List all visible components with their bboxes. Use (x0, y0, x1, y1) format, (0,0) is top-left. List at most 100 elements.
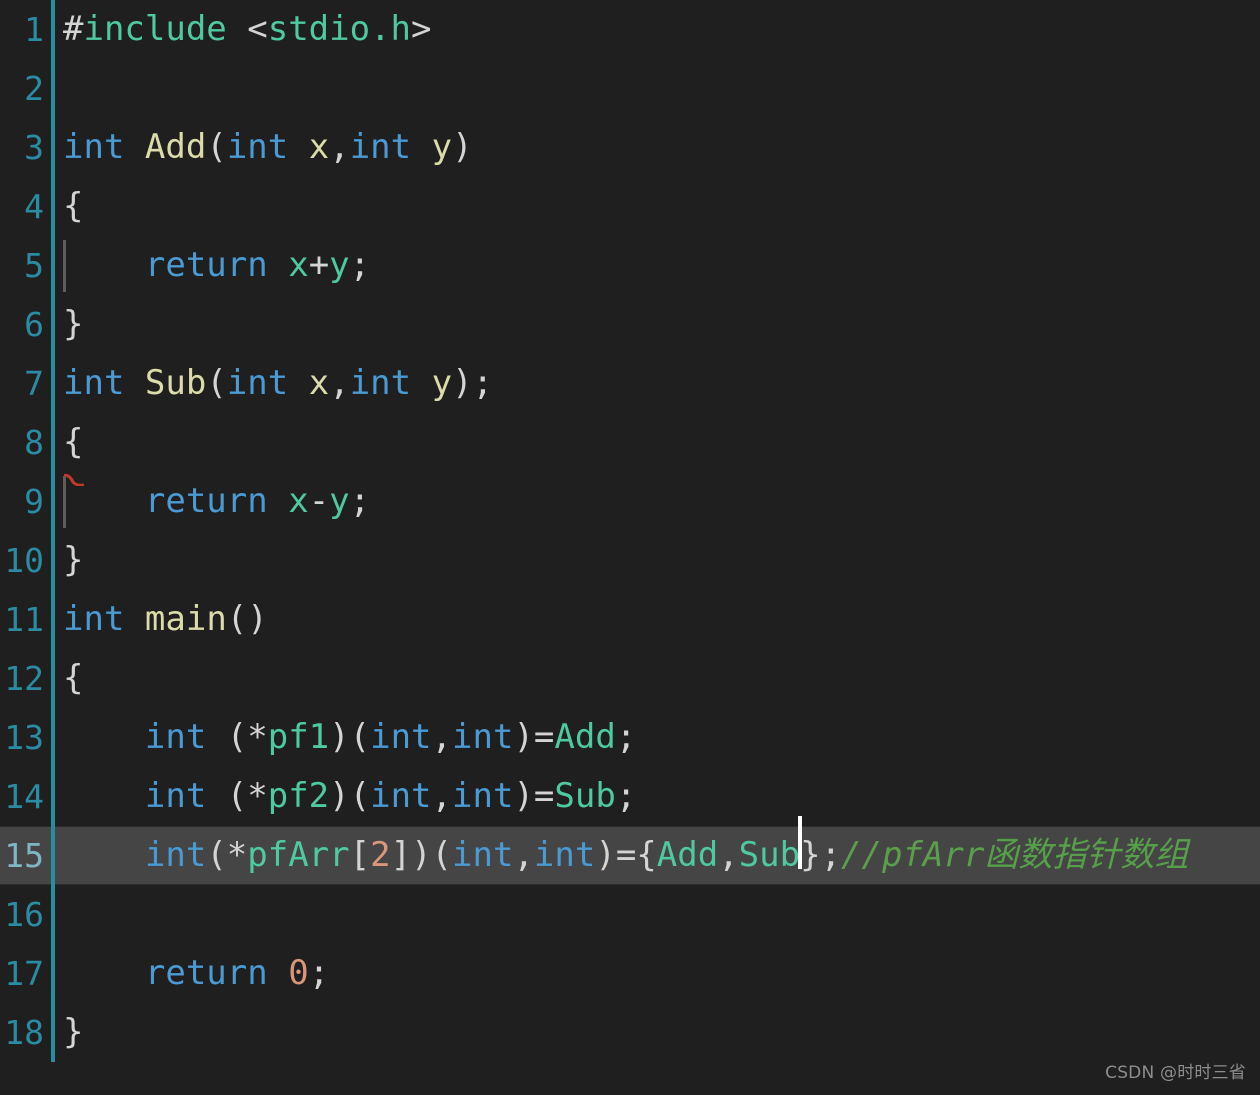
code-line[interactable]: 16 (0, 885, 1260, 944)
code-line[interactable]: 4{ (0, 177, 1260, 236)
gutter-rule (51, 708, 55, 767)
code-token: 函数指针数组 (984, 835, 1189, 875)
gutter-rule (51, 118, 55, 177)
code-line[interactable]: 6} (0, 295, 1260, 354)
line-content[interactable]: } (63, 531, 83, 590)
code-token: , (431, 717, 453, 757)
code-token: ])( (390, 835, 453, 875)
code-token: ; (308, 953, 330, 993)
code-line[interactable]: 10} (0, 531, 1260, 590)
code-token: pfArr (247, 835, 350, 875)
line-content[interactable]: { (63, 649, 83, 708)
code-token: y (431, 363, 453, 403)
code-line[interactable]: 2 (0, 59, 1260, 118)
code-token: )={ (595, 835, 657, 875)
editor-lines[interactable]: 1 #include <stdio.h> 2 3 int Add(int x,int y… (0, 0, 1260, 1062)
code-token: main (144, 599, 227, 639)
gutter-rule (51, 1003, 55, 1062)
code-token: ( (206, 363, 227, 403)
line-number: 13 (4, 718, 44, 757)
line-number: 2 (24, 69, 44, 108)
line-content[interactable]: int main() (63, 590, 268, 649)
code-token: return (144, 245, 268, 285)
code-token: Sub (738, 835, 801, 875)
code-line[interactable]: 7 int Sub(int x,int y); (0, 354, 1260, 413)
line-number: 15 (4, 836, 44, 875)
code-line[interactable]: 5 return x+y; (0, 236, 1260, 295)
code-line[interactable]: 15 int(*pfArr[2])(int,int)={Add,Sub};//p… (0, 816, 1260, 885)
line-number: 9 (24, 482, 44, 521)
code-token: Sub (554, 776, 616, 816)
line-number: 18 (4, 1013, 44, 1052)
code-line[interactable]: 17 return 0; (0, 944, 1260, 1003)
code-token: (* (206, 717, 268, 757)
code-token: return (144, 953, 268, 993)
gutter-rule (51, 177, 55, 236)
code-token: int (144, 776, 207, 816)
line-content[interactable]: return x-y; (63, 472, 370, 531)
code-token: - (308, 481, 330, 521)
gutter-rule (51, 59, 55, 118)
code-line[interactable]: 11 int main() (0, 590, 1260, 649)
code-token: pf1 (267, 717, 330, 757)
code-token: Add (144, 127, 207, 167)
code-token: )( (329, 717, 371, 757)
code-token: x (308, 127, 330, 167)
code-token: () (226, 599, 268, 639)
gutter-rule (51, 944, 55, 1003)
code-token: Add (656, 835, 719, 875)
line-number: 5 (24, 246, 44, 285)
code-token: { (63, 186, 84, 226)
line-content[interactable]: int(*pfArr[2])(int,int)={Add,Sub};//pfAr… (63, 816, 1189, 885)
code-token: ; (349, 481, 371, 521)
line-content[interactable]: { (63, 413, 83, 472)
code-token: , (329, 127, 350, 167)
line-number: 14 (4, 777, 44, 816)
code-token: x (288, 245, 309, 285)
code-token: int (349, 363, 412, 403)
line-content[interactable]: { (63, 177, 83, 236)
code-line[interactable]: 8{ (0, 413, 1260, 472)
code-token: Sub (144, 363, 207, 403)
code-token: Add (554, 717, 616, 757)
line-content[interactable]: #include <stdio.h> (63, 0, 432, 59)
line-content[interactable]: int Sub(int x,int y); (63, 354, 493, 413)
line-content[interactable]: } (63, 1003, 83, 1062)
code-line[interactable]: 3 int Add(int x,int y) (0, 118, 1260, 177)
line-content[interactable]: int (*pf2)(int,int)=Sub; (63, 767, 636, 826)
code-token: # (63, 9, 84, 49)
code-token: ; (349, 245, 371, 285)
code-token: , (329, 363, 350, 403)
code-token: )= (513, 776, 555, 816)
line-content[interactable]: int (*pf1)(int,int)=Add; (63, 708, 636, 767)
code-token: { (63, 658, 84, 698)
code-token: int (144, 835, 207, 875)
code-line[interactable]: 12 { (0, 649, 1260, 708)
line-content[interactable]: return 0; (63, 944, 329, 1003)
code-token: }; (800, 835, 842, 875)
code-line[interactable]: 18} (0, 1003, 1260, 1062)
code-token: ; (615, 776, 637, 816)
gutter-rule (51, 472, 55, 531)
code-editor[interactable]: 1 #include <stdio.h> 2 3 int Add(int x,int y… (0, 0, 1260, 1095)
code-token: > (411, 9, 432, 49)
code-token: //pfArr (841, 835, 985, 875)
code-line[interactable]: 14 int (*pf2)(int,int)=Sub; (0, 767, 1260, 826)
code-token: x (308, 363, 330, 403)
line-number: 16 (4, 895, 44, 934)
line-content[interactable]: return x+y; (63, 236, 370, 295)
line-content[interactable]: } (63, 295, 83, 354)
code-line[interactable]: 1 #include <stdio.h> (0, 0, 1260, 59)
code-token: { (63, 422, 84, 462)
gutter-rule (51, 354, 55, 413)
code-line[interactable]: 9 return x-y; (0, 472, 1260, 531)
code-line[interactable]: 13 int (*pf1)(int,int)=Add; (0, 708, 1260, 767)
line-number: 17 (4, 954, 44, 993)
line-content[interactable]: int Add(int x,int y) (63, 118, 473, 177)
